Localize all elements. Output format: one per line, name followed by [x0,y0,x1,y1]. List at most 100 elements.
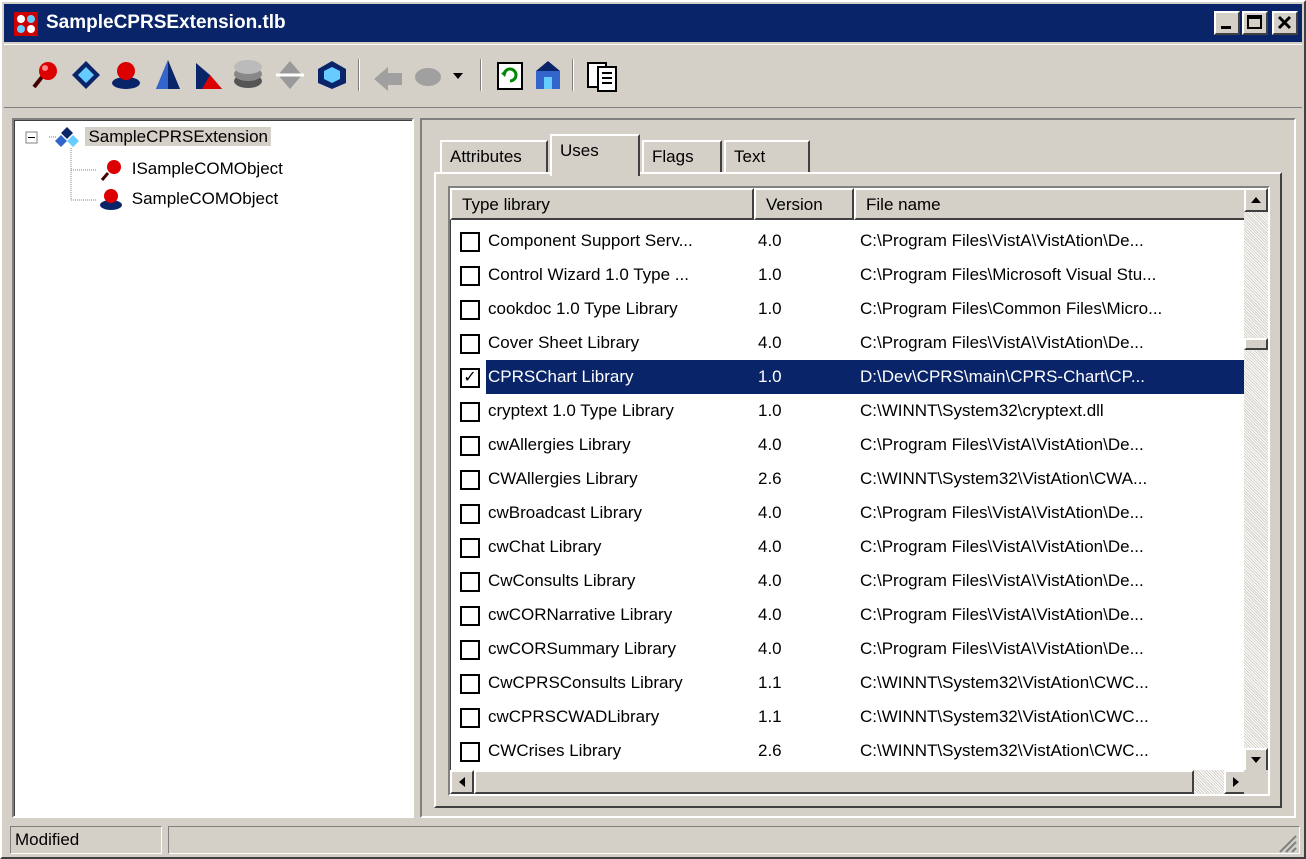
table-row[interactable]: Cover Sheet Library 4.0 C:\Program Files\V… [450,326,1248,360]
scroll-down-button[interactable] [1244,748,1268,772]
tree-root-item[interactable]: SampleCPRSExtension [24,124,271,150]
coclass-icon[interactable] [108,57,144,93]
row-checkbox[interactable] [460,742,480,762]
type-library-list[interactable]: Type library Version File name Component… [448,186,1270,796]
list-header: Type library Version File name [450,188,1268,220]
table-row[interactable]: ✓ CPRSChart Library 1.0 D:\Dev\CPRS\main\CP… [450,360,1248,394]
tab-flags[interactable]: Flags [642,140,722,174]
cell-file-name: C:\Program Files\VistA\VistAtion\De... [860,435,1144,454]
toolbar-separator [572,59,574,91]
title-bar[interactable]: SampleCPRSExtension.tlb [4,4,1302,42]
scroll-up-button[interactable] [1244,188,1268,212]
row-checkbox[interactable] [460,504,480,524]
table-row[interactable]: cwCPRSCWADLibrary 1.1 C:\WINNT\System32\Vi… [450,700,1248,734]
table-row[interactable]: cwChat Library 4.0 C:\Program Files\VistA\… [450,530,1248,564]
cell-type-library: Component Support Serv... [488,231,693,250]
row-checkbox[interactable] [460,708,480,728]
arrow-left-icon [459,777,465,787]
column-header-type-library[interactable]: Type library [450,188,754,220]
row-checkbox[interactable] [460,674,480,694]
record-icon[interactable] [230,57,266,93]
dispinterface-icon[interactable] [68,57,104,93]
column-header-file-name[interactable]: File name [854,188,1268,220]
cell-type-library: cwCPRSCWADLibrary [488,707,660,726]
cell-file-name: C:\WINNT\System32\VistAtion\CWC... [860,673,1149,692]
interface-icon [100,160,121,181]
table-row[interactable]: cwCORSummary Library 4.0 C:\Program Files\… [450,632,1248,666]
collapse-icon[interactable] [24,124,42,150]
alias-icon[interactable] [314,57,350,93]
cell-type-library: cwCORNarrative Library [488,605,673,624]
table-row[interactable]: CWCrises Library 2.6 C:\WINNT\System32\Vis… [450,734,1248,768]
cell-file-name: C:\WINNT\System32\VistAtion\CWA... [860,469,1148,488]
row-checkbox[interactable] [460,470,480,490]
cell-file-name: C:\WINNT\System32\VistAtion\CWC... [860,707,1149,726]
row-checkbox[interactable] [460,572,480,592]
close-button[interactable] [1272,11,1298,35]
table-row[interactable]: cwCORNarrative Library 4.0 C:\Program File… [450,598,1248,632]
row-checkbox[interactable]: ✓ [460,368,480,388]
cell-file-name: C:\Program Files\VistA\VistAtion\De... [860,231,1144,250]
property-icon[interactable] [410,57,446,93]
tree-item-samplecomobject[interactable]: SampleCOMObject [98,186,281,212]
chevron-down-icon[interactable] [448,57,468,93]
interface-icon[interactable] [26,57,62,93]
table-row[interactable]: cwAllergies Library 4.0 C:\Program Files\V… [450,428,1248,462]
resize-grip-icon[interactable] [1274,830,1298,854]
table-row[interactable]: cookdoc 1.0 Type Library 1.0 C:\Program Fi… [450,292,1248,326]
cell-type-library: CWCrises Library [488,741,622,760]
coclass-icon [100,189,122,210]
table-row[interactable]: CwCPRSConsults Library 1.1 C:\WINNT\System… [450,666,1248,700]
table-row[interactable]: Component Support Serv... 4.0 C:\Program F… [450,224,1248,258]
scroll-left-button[interactable] [450,770,474,794]
toolbar-separator [358,59,360,91]
table-row[interactable]: CwConsults Library 4.0 C:\Program Files\Vi… [450,564,1248,598]
minimize-button[interactable] [1214,11,1240,35]
tab-attributes[interactable]: Attributes [440,140,548,174]
cell-file-name: C:\Program Files\VistA\VistAtion\De... [860,503,1144,522]
cell-type-library: CPRSChart Library [488,367,634,386]
tab-text[interactable]: Text [724,140,810,174]
tree-item-label: SampleCOMObject [131,189,279,208]
table-row[interactable]: cryptext 1.0 Type Library 1.0 C:\WINNT\Sys… [450,394,1248,428]
table-row[interactable]: Control Wizard 1.0 Type ... 1.0 C:\Program… [450,258,1248,292]
refresh-icon[interactable] [492,57,528,93]
export-icon[interactable] [584,57,620,93]
enum-icon[interactable] [190,57,226,93]
tab-uses[interactable]: Uses [550,134,640,176]
maximize-button[interactable] [1242,11,1268,35]
vertical-scrollbar[interactable] [1244,188,1268,772]
row-checkbox[interactable] [460,640,480,660]
table-row[interactable]: CWAllergies Library 2.6 C:\WINNT\System32\… [450,462,1248,496]
vertical-scroll-thumb[interactable] [1244,338,1268,350]
row-checkbox[interactable] [460,402,480,422]
table-row[interactable]: cwBroadcast Library 4.0 C:\Program Files\V… [450,496,1248,530]
method-icon[interactable] [370,57,406,93]
row-checkbox[interactable] [460,232,480,252]
horizontal-scroll-thumb[interactable] [474,770,1194,794]
row-checkbox[interactable] [460,606,480,626]
horizontal-scrollbar[interactable] [450,770,1248,794]
cell-file-name: C:\Program Files\Common Files\Micro... [860,299,1163,318]
cell-version: 1.1 [758,673,782,692]
cell-type-library: cookdoc 1.0 Type Library [488,299,678,318]
cell-version: 4.0 [758,503,782,522]
cell-file-name: C:\Program Files\VistA\VistAtion\De... [860,333,1144,352]
uses-tab-panel: Type library Version File name Component… [434,172,1282,808]
column-header-version[interactable]: Version [754,188,854,220]
cell-version: 4.0 [758,537,782,556]
row-checkbox[interactable] [460,300,480,320]
type-library-tree[interactable]: SampleCPRSExtension ISampleCOMObject Sam… [12,118,414,818]
toolbar [4,44,1302,108]
cell-file-name: C:\Program Files\VistA\VistAtion\De... [860,571,1144,590]
module-icon[interactable] [150,57,186,93]
union-icon[interactable] [272,57,308,93]
row-checkbox[interactable] [460,334,480,354]
status-panel-empty [168,826,1300,854]
row-checkbox[interactable] [460,436,480,456]
row-checkbox[interactable] [460,266,480,286]
register-icon[interactable] [530,57,566,93]
cell-type-library: CWAllergies Library [488,469,638,488]
row-checkbox[interactable] [460,538,480,558]
tree-item-isamplecomobject[interactable]: ISampleCOMObject [98,156,286,182]
